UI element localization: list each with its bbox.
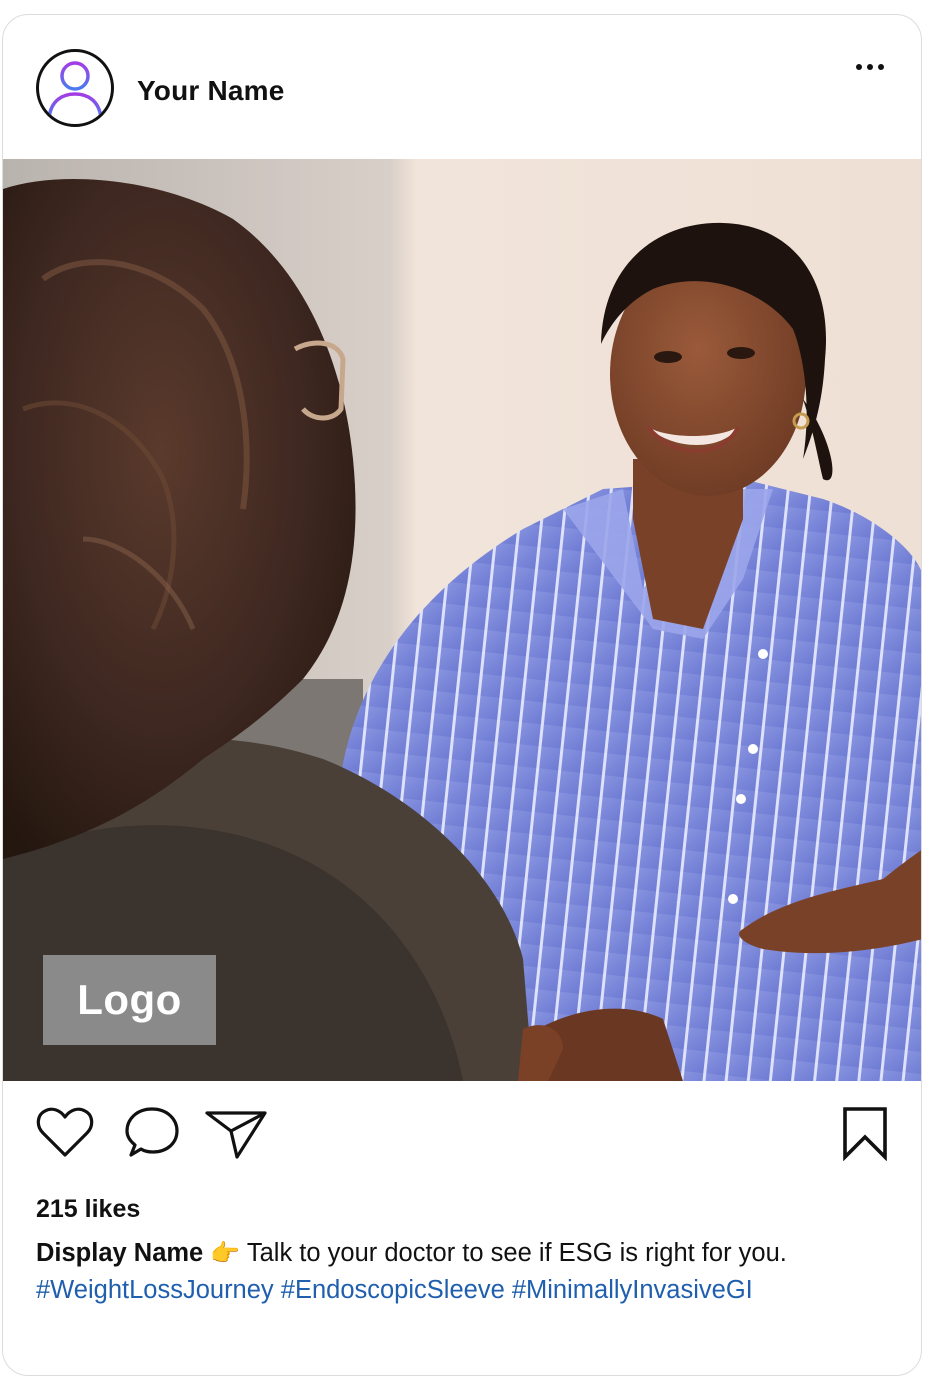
photo-illustration	[3, 159, 921, 1081]
bookmark-icon	[843, 1107, 887, 1162]
caption-text: Talk to your doctor to see if ESG is rig…	[240, 1239, 787, 1267]
user-icon	[47, 61, 103, 120]
more-horizontal-icon	[856, 64, 862, 70]
more-dot	[878, 64, 884, 70]
paper-plane-icon	[205, 1111, 267, 1159]
like-button[interactable]	[35, 1105, 95, 1166]
more-options-button[interactable]	[847, 53, 893, 81]
likes-count[interactable]: 215 likes	[36, 1195, 140, 1224]
post-caption: Display Name 👉 Talk to your doctor to se…	[36, 1235, 896, 1308]
comment-button[interactable]	[123, 1105, 183, 1166]
comment-bubble-icon	[125, 1107, 179, 1157]
post-header: Your Name	[3, 15, 921, 160]
hashtag-link[interactable]: #MinimallyInvasiveGI	[512, 1276, 753, 1304]
post-photo[interactable]: Logo	[3, 159, 921, 1081]
hashtag-link[interactable]: #WeightLossJourney	[36, 1276, 274, 1304]
avatar[interactable]	[36, 49, 114, 127]
save-button[interactable]	[839, 1105, 891, 1166]
more-dot	[867, 64, 873, 70]
caption-display-name[interactable]: Display Name	[36, 1239, 203, 1267]
brand-logo-placeholder: Logo	[43, 955, 216, 1045]
post-actions	[3, 1105, 921, 1169]
post-card: Your Name Logo 215 likes Display Name 👉 …	[2, 14, 922, 1376]
hashtag-link[interactable]: #EndoscopicSleeve	[281, 1276, 505, 1304]
heart-icon	[36, 1107, 94, 1157]
pointing-hand-emoji: 👉	[210, 1240, 241, 1267]
share-button[interactable]	[203, 1105, 269, 1166]
username[interactable]: Your Name	[137, 75, 285, 107]
